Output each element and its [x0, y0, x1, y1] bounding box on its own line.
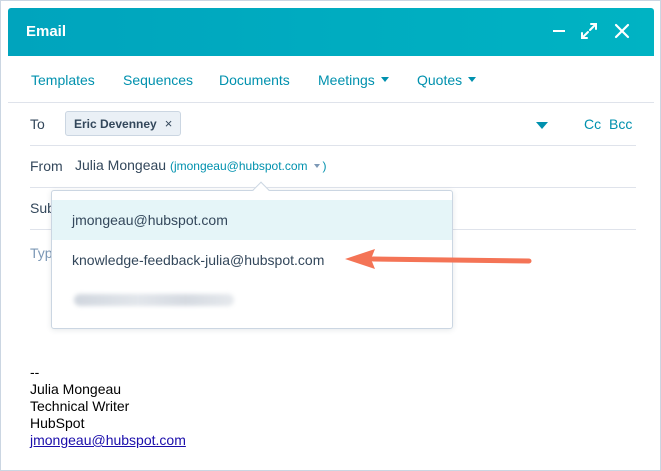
- from-email: jmongeau@hubspot.com: [173, 159, 308, 173]
- from-label: From: [30, 158, 63, 174]
- sequences-link[interactable]: Sequences: [123, 72, 193, 88]
- chevron-down-icon: [468, 76, 477, 82]
- chevron-down-icon: [313, 163, 320, 168]
- signature-role: Technical Writer: [30, 398, 130, 414]
- meetings-dropdown[interactable]: Meetings: [318, 72, 389, 88]
- recipient-name: Eric Devenney: [74, 117, 157, 131]
- from-name: Julia Mongeau: [75, 157, 167, 173]
- chevron-down-icon: [380, 76, 389, 82]
- minimize-icon[interactable]: [548, 20, 570, 42]
- to-label: To: [30, 116, 45, 132]
- from-option-3-redacted[interactable]: [52, 280, 452, 320]
- email-composer-window: Email Templates Sequences Documents Meet…: [0, 0, 661, 471]
- documents-link[interactable]: Documents: [219, 72, 290, 88]
- close-icon[interactable]: [611, 20, 633, 42]
- from-option-1[interactable]: jmongeau@hubspot.com: [52, 200, 452, 240]
- email-body-placeholder[interactable]: Typ: [30, 245, 53, 261]
- signature-email-link[interactable]: jmongeau@hubspot.com: [30, 432, 186, 448]
- email-title: Email: [26, 23, 67, 40]
- signature-company: HubSpot: [30, 415, 85, 431]
- from-selector[interactable]: Julia Mongeau (jmongeau@hubspot.com): [75, 157, 327, 173]
- from-row: From Julia Mongeau (jmongeau@hubspot.com…: [30, 146, 636, 188]
- cc-link[interactable]: Cc: [584, 116, 601, 132]
- quotes-dropdown[interactable]: Quotes: [417, 72, 477, 88]
- bcc-link[interactable]: Bcc: [609, 116, 632, 132]
- templates-link[interactable]: Templates: [31, 72, 95, 88]
- annotation-arrow-icon: [345, 249, 532, 269]
- email-header: Email: [8, 8, 654, 56]
- recipient-chip[interactable]: Eric Devenney ×: [65, 111, 182, 136]
- to-row: To Eric Devenney × Cc Bcc: [30, 103, 636, 146]
- signature-name: Julia Mongeau: [30, 381, 122, 397]
- signature-separator: --: [30, 364, 40, 380]
- meetings-label: Meetings: [318, 72, 375, 88]
- remove-recipient-icon[interactable]: ×: [165, 116, 173, 131]
- email-signature: -- Julia Mongeau Technical Writer HubSpo…: [30, 364, 186, 449]
- quotes-label: Quotes: [417, 72, 463, 88]
- expand-icon[interactable]: [578, 20, 600, 42]
- email-toolbar: Templates Sequences Documents Meetings Q…: [8, 56, 654, 103]
- redacted-email-blur: [74, 294, 234, 306]
- recipient-options-caret-icon[interactable]: [536, 122, 548, 129]
